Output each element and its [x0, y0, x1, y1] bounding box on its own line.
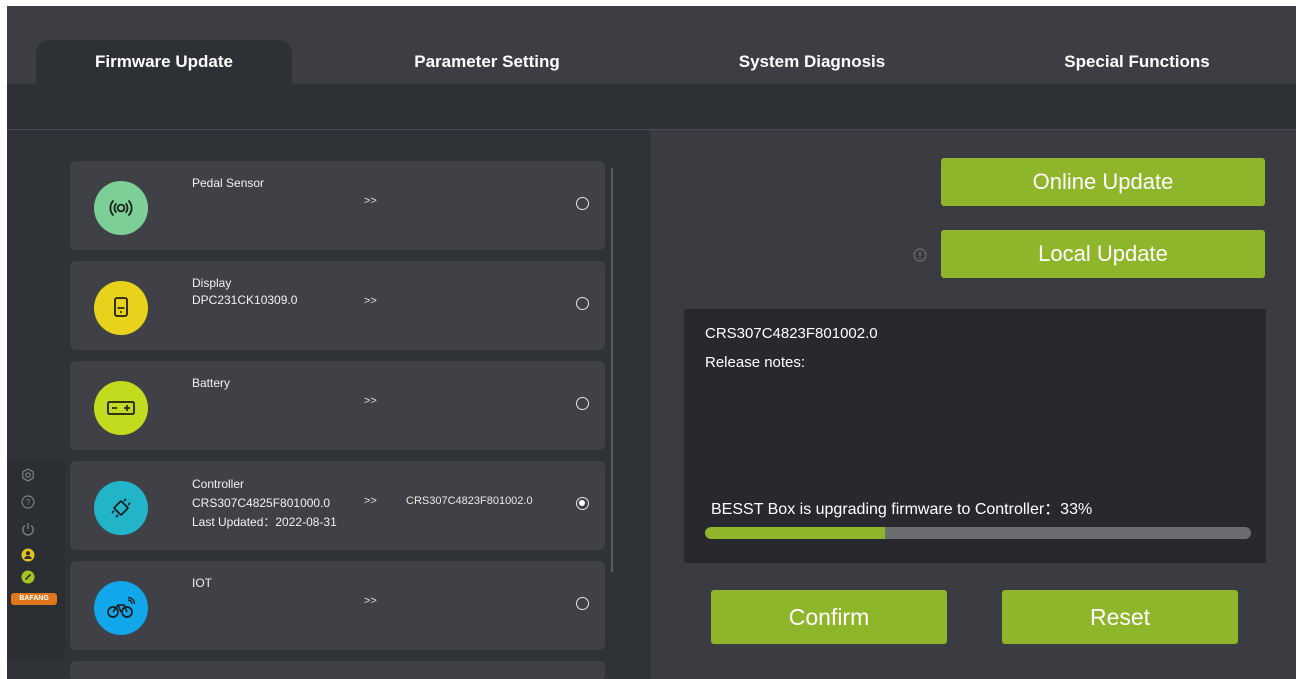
svg-text:?: ?: [26, 497, 31, 507]
device-row-pedal-sensor[interactable]: Pedal Sensor >>: [70, 161, 605, 250]
device-version: DPC231CK10309.0: [192, 293, 298, 307]
device-radio-pedal-sensor[interactable]: [576, 197, 589, 210]
pedal-sensor-icon: [94, 181, 148, 235]
side-toolbar: ? BAFANG: [7, 460, 65, 660]
version-arrow: >>: [364, 495, 377, 507]
online-update-button[interactable]: Online Update: [941, 158, 1265, 206]
app-window: Firmware Update Parameter Setting System…: [7, 6, 1296, 679]
release-notes-box: CRS307C4823F801002.0 Release notes: BESS…: [684, 309, 1266, 563]
info-icon[interactable]: [913, 248, 927, 262]
reset-button[interactable]: Reset: [1002, 590, 1238, 644]
device-row-battery[interactable]: Battery >>: [70, 361, 605, 450]
version-arrow: >>: [364, 395, 377, 407]
display-icon: [94, 281, 148, 335]
sub-toolbar: [7, 84, 1296, 130]
iot-bike-icon: [94, 581, 148, 635]
tab-system-diagnosis[interactable]: System Diagnosis: [697, 40, 927, 84]
update-panel: Online Update Local Update CRS307C4823F8…: [650, 130, 1296, 679]
scrollbar[interactable]: [611, 168, 613, 572]
tab-bar: Firmware Update Parameter Setting System…: [7, 6, 1296, 84]
tab-parameter-setting[interactable]: Parameter Setting: [372, 40, 602, 84]
target-version: CRS307C4823F801002.0: [406, 495, 533, 507]
tab-firmware-update[interactable]: Firmware Update: [36, 40, 292, 84]
local-update-button[interactable]: Local Update: [941, 230, 1265, 278]
version-arrow: >>: [364, 595, 377, 607]
device-row-iot[interactable]: IOT >>: [70, 561, 605, 650]
device-row-controller[interactable]: Controller CRS307C4825F801000.0 Last Upd…: [70, 461, 605, 550]
device-version: CRS307C4825F801000.0: [192, 496, 331, 510]
progress-status-text: BESST Box is upgrading firmware to Contr…: [711, 501, 1093, 518]
controller-icon: [94, 481, 148, 535]
power-icon[interactable]: [21, 522, 35, 536]
release-notes-label: Release notes:: [705, 354, 806, 371]
tab-special-functions[interactable]: Special Functions: [1022, 40, 1252, 84]
version-arrow: >>: [364, 295, 377, 307]
battery-icon: [94, 381, 148, 435]
device-radio-display[interactable]: [576, 297, 589, 310]
device-radio-controller[interactable]: [576, 497, 589, 510]
device-radio-battery[interactable]: [576, 397, 589, 410]
settings-icon[interactable]: [21, 468, 35, 482]
device-name: Controller CRS307C4825F801000.0 Last Upd…: [192, 475, 337, 532]
help-icon[interactable]: ?: [21, 495, 35, 509]
progress-fill: [705, 527, 886, 539]
device-row-display[interactable]: Display DPC231CK10309.0 >>: [70, 261, 605, 350]
bafang-logo: BAFANG: [11, 593, 57, 605]
user-icon[interactable]: [21, 548, 35, 562]
link-icon[interactable]: [21, 570, 35, 584]
device-list-panel: Pedal Sensor >> Display DPC231CK10309.0 …: [7, 130, 650, 679]
device-row-partial: [70, 661, 605, 679]
device-name: IOT: [192, 576, 212, 590]
version-arrow: >>: [364, 195, 377, 207]
device-name: Battery: [192, 376, 231, 390]
last-updated: Last Updated：2022-08-31: [192, 515, 337, 529]
device-name: Pedal Sensor: [192, 176, 265, 190]
release-version: CRS307C4823F801002.0: [705, 325, 878, 342]
progress-bar: [705, 527, 1251, 539]
device-radio-iot[interactable]: [576, 597, 589, 610]
device-name: Display DPC231CK10309.0: [192, 276, 298, 307]
confirm-button[interactable]: Confirm: [711, 590, 947, 644]
